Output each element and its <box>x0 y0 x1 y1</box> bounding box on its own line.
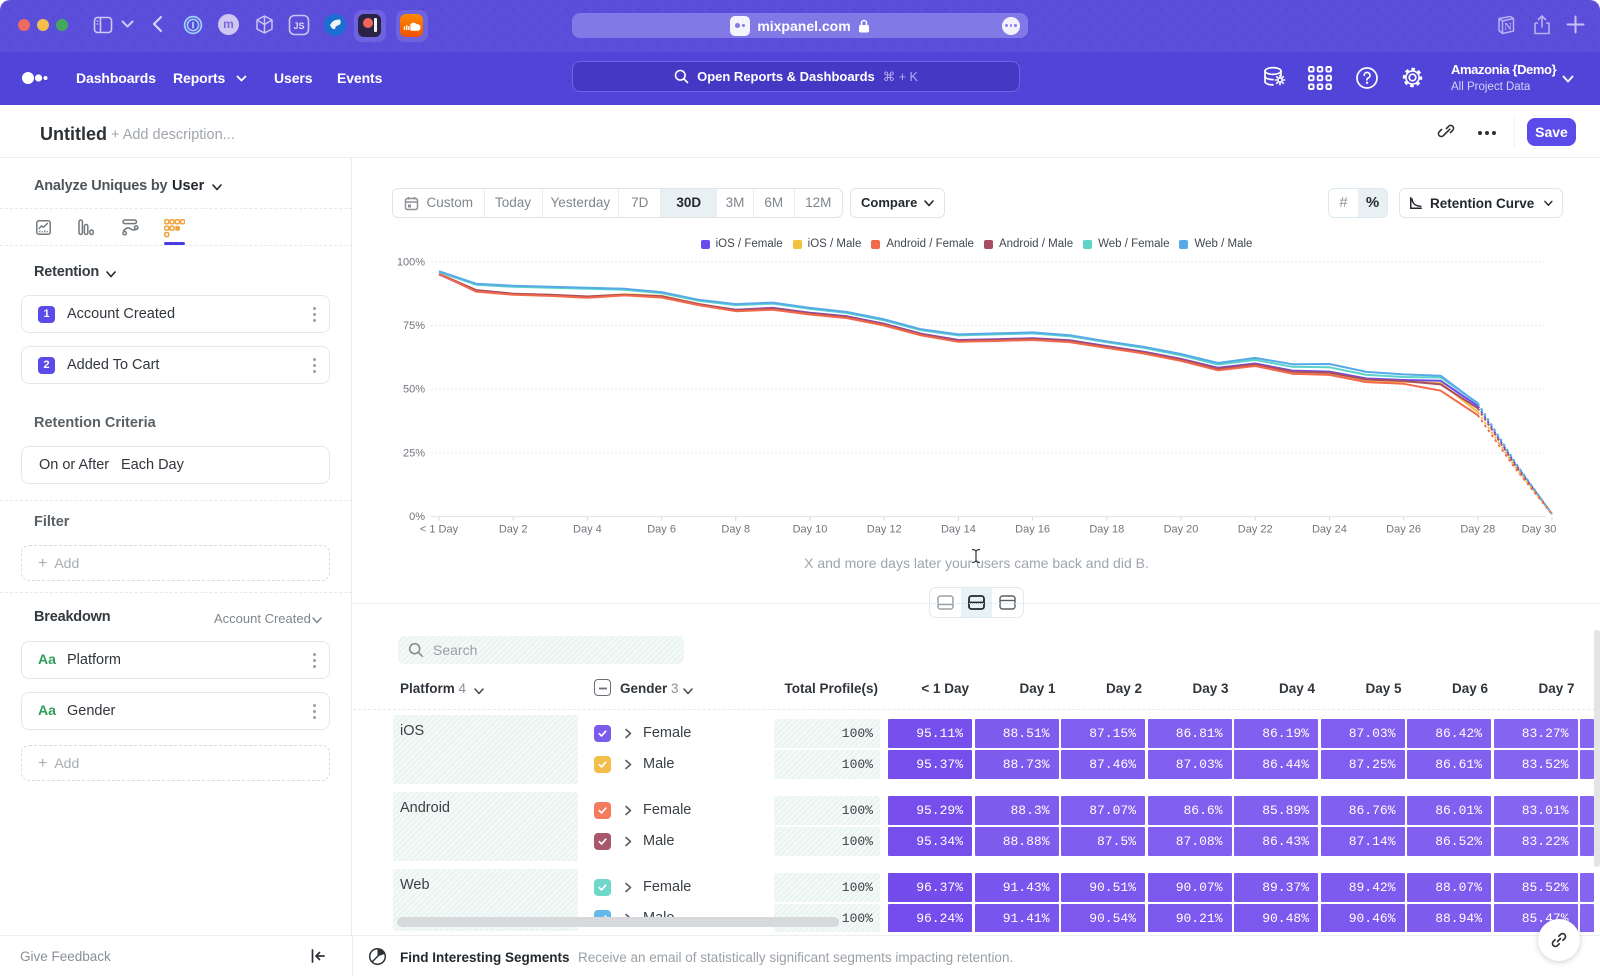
svg-text:Day 28: Day 28 <box>1460 524 1495 536</box>
svg-text:Day 12: Day 12 <box>867 524 902 536</box>
svg-text:Day 26: Day 26 <box>1386 524 1421 536</box>
svg-text:Day 8: Day 8 <box>721 524 750 536</box>
svg-text:< 1 Day: < 1 Day <box>420 524 459 536</box>
svg-text:N: N <box>1504 22 1512 33</box>
svg-text:Day 14: Day 14 <box>941 524 976 536</box>
svg-text:100%: 100% <box>397 256 425 268</box>
svg-text:Day 20: Day 20 <box>1164 524 1199 536</box>
svg-text:Day 6: Day 6 <box>647 524 676 536</box>
svg-text:Day 16: Day 16 <box>1015 524 1050 536</box>
svg-text:0%: 0% <box>409 511 425 523</box>
svg-text:Day 30: Day 30 <box>1522 524 1557 536</box>
svg-text:50%: 50% <box>403 384 425 396</box>
svg-text:Day 18: Day 18 <box>1089 524 1124 536</box>
svg-text:Day 10: Day 10 <box>793 524 828 536</box>
svg-text:75%: 75% <box>403 320 425 332</box>
svg-text:Day 4: Day 4 <box>573 524 602 536</box>
svg-text:JS: JS <box>293 21 304 31</box>
svg-text:25%: 25% <box>403 447 425 459</box>
svg-text:Day 24: Day 24 <box>1312 524 1347 536</box>
svg-text:Day 22: Day 22 <box>1238 524 1273 536</box>
svg-text:Day 2: Day 2 <box>499 524 528 536</box>
